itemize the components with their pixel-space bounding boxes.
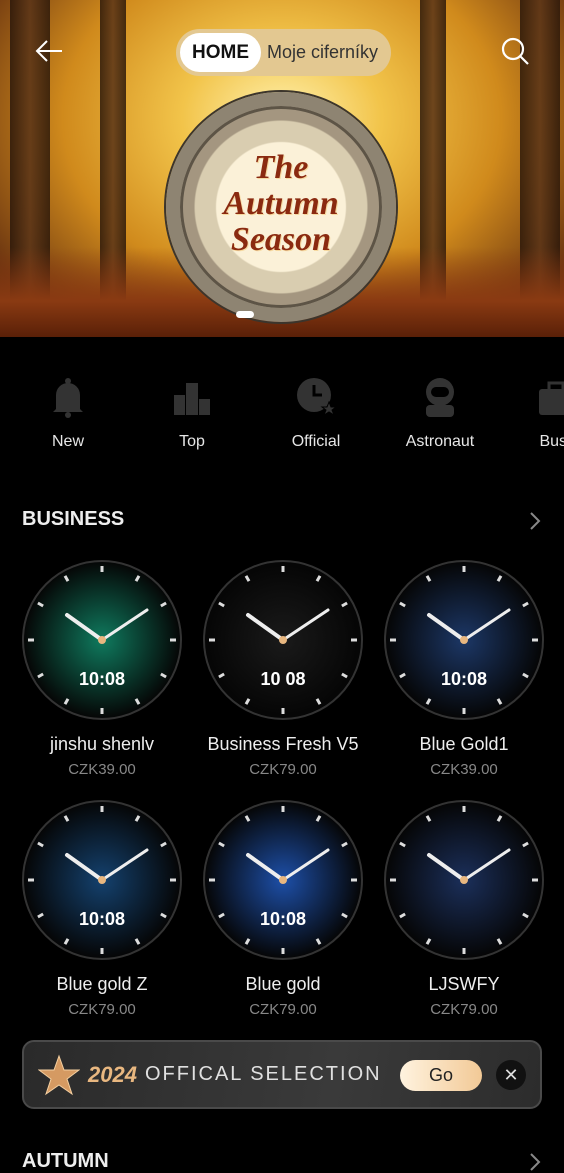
watchface-price: CZK79.00 bbox=[430, 1001, 498, 1018]
category-top[interactable]: Top bbox=[137, 375, 247, 451]
bar-chart-icon bbox=[174, 383, 210, 415]
arrow-left-icon[interactable] bbox=[34, 36, 64, 66]
promo-bar[interactable]: 2024 OFFICAL SELECTION Go ✕ bbox=[22, 1040, 542, 1109]
watchface-name: Blue gold Z bbox=[56, 974, 148, 994]
tab-my-watchfaces[interactable]: Moje ciferníky bbox=[261, 42, 378, 63]
go-button[interactable]: Go bbox=[400, 1060, 482, 1091]
tab-home[interactable]: HOME bbox=[180, 33, 261, 72]
watchface-preview: 10:08 bbox=[22, 800, 182, 960]
watch-time: 10:08 bbox=[441, 669, 487, 689]
watchface-price: CZK79.00 bbox=[68, 1001, 136, 1018]
watchface-price: CZK39.00 bbox=[68, 761, 136, 778]
watch-time: 10:08 bbox=[79, 909, 125, 929]
category-official[interactable]: Official bbox=[261, 375, 371, 451]
category-new[interactable]: New bbox=[13, 375, 123, 451]
watch-time: 10 08 bbox=[260, 669, 305, 689]
clock-star-icon bbox=[297, 378, 336, 417]
watchface-card[interactable]: 10:08 Blue gold CZK79.00 bbox=[198, 800, 368, 1018]
watchface-card[interactable]: LJSWFY CZK79.00 bbox=[379, 800, 549, 1018]
watchface-preview bbox=[384, 800, 544, 960]
watchface-name: Blue Gold1 bbox=[419, 734, 509, 754]
watchface-preview: 10:08 bbox=[203, 800, 363, 960]
watchface-name: Blue gold bbox=[245, 974, 321, 994]
watchface-name: LJSWFY bbox=[428, 974, 500, 994]
watchface-preview: 10:08 bbox=[22, 560, 182, 720]
watch-time: 10:08 bbox=[260, 909, 306, 929]
watchface-preview: 10:08 bbox=[384, 560, 544, 720]
category-astronaut[interactable]: Astronaut bbox=[385, 375, 495, 451]
search-icon[interactable] bbox=[500, 36, 530, 66]
close-icon[interactable]: ✕ bbox=[496, 1060, 526, 1090]
watchface-card[interactable]: 10 08 Business Fresh V5 CZK79.00 bbox=[198, 560, 368, 778]
astronaut-icon bbox=[426, 378, 454, 417]
promo-year: 2024 bbox=[88, 1061, 137, 1087]
watchface-price: CZK79.00 bbox=[249, 1001, 317, 1018]
top-tabs: HOME Moje ciferníky bbox=[176, 29, 391, 76]
watch-time: 10:08 bbox=[79, 669, 125, 689]
banner-clock-logo: The Autumn Season bbox=[166, 92, 396, 322]
watchface-card[interactable]: 10:08 Blue Gold1 CZK39.00 bbox=[379, 560, 549, 778]
watchface-card[interactable]: 10:08 jinshu shenlv CZK39.00 bbox=[17, 560, 187, 778]
section-title-autumn: AUTUMN bbox=[22, 1150, 109, 1172]
bell-icon bbox=[53, 378, 83, 418]
watchface-name: jinshu shenlv bbox=[49, 734, 155, 754]
chevron-right-icon[interactable] bbox=[528, 511, 542, 531]
chevron-right-icon[interactable] bbox=[528, 1152, 542, 1172]
watchface-price: CZK39.00 bbox=[430, 761, 498, 778]
promo-text: OFFICAL SELECTION bbox=[144, 1063, 382, 1085]
category-business[interactable]: Busi bbox=[500, 375, 564, 451]
watchface-card[interactable]: 10:08 Blue gold Z CZK79.00 bbox=[17, 800, 187, 1018]
watchface-price: CZK79.00 bbox=[249, 761, 317, 778]
section-title-business: BUSINESS bbox=[22, 508, 125, 530]
watchface-name: Business Fresh V5 bbox=[207, 734, 359, 754]
star-icon bbox=[38, 1054, 80, 1095]
carousel-indicator[interactable] bbox=[236, 311, 254, 318]
watchface-preview: 10 08 bbox=[203, 560, 363, 720]
briefcase-icon bbox=[539, 381, 564, 415]
